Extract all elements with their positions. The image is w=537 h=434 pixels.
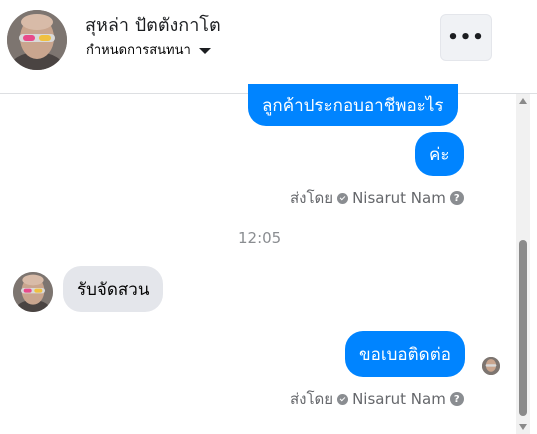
- contact-avatar-small[interactable]: [13, 272, 53, 312]
- conversation-settings-link[interactable]: กำหนดการสนทนา: [86, 39, 211, 60]
- message-text: รับจัดสวน: [77, 279, 150, 300]
- message-text: ค่ะ: [429, 144, 450, 165]
- message-timestamp: 12:05: [238, 229, 282, 247]
- message-text: ขอเบอติดต่อ: [359, 344, 451, 365]
- sent-by-label: ส่งโดย: [290, 390, 334, 408]
- scrollbar[interactable]: [516, 94, 530, 434]
- message-text: ลูกค้าประกอบอาชีพอะไร: [262, 95, 444, 116]
- avatar-photo: [482, 357, 500, 375]
- conversation-header: สุหล่า ปัตตังกาโต กำหนดการสนทนา •••: [0, 0, 537, 94]
- contact-name[interactable]: สุหล่า ปัตตังกาโต: [85, 10, 221, 39]
- outgoing-message[interactable]: ลูกค้าประกอบอาชีพอะไร: [248, 84, 458, 126]
- scroll-down-arrow-icon[interactable]: [519, 424, 527, 430]
- question-circle-icon[interactable]: ?: [449, 392, 464, 406]
- seen-by-avatar: [482, 357, 500, 375]
- scrollbar-thumb[interactable]: [519, 240, 527, 416]
- sent-by-line: ส่งโดย Nisarut Nam ?: [290, 387, 464, 411]
- check-circle-icon: [337, 393, 349, 405]
- caret-down-icon: [198, 47, 211, 54]
- more-horizontal-icon: •••: [447, 27, 485, 48]
- check-circle-icon: [337, 192, 349, 204]
- sender-name[interactable]: Nisarut Nam: [352, 189, 446, 207]
- more-options-button[interactable]: •••: [440, 14, 492, 61]
- conversation-settings-label: กำหนดการสนทนา: [86, 43, 191, 58]
- sender-name[interactable]: Nisarut Nam: [352, 390, 446, 408]
- sent-by-label: ส่งโดย: [290, 189, 334, 207]
- avatar-photo: [13, 272, 53, 312]
- sent-by-line: ส่งโดย Nisarut Nam ?: [290, 186, 464, 210]
- scroll-up-arrow-icon[interactable]: [519, 98, 527, 104]
- outgoing-message[interactable]: ค่ะ: [415, 132, 464, 176]
- avatar-photo: [7, 10, 67, 70]
- outgoing-message[interactable]: ขอเบอติดต่อ: [345, 331, 465, 377]
- question-circle-icon[interactable]: ?: [449, 191, 464, 205]
- contact-avatar[interactable]: [7, 10, 67, 70]
- incoming-message[interactable]: รับจัดสวน: [63, 266, 164, 312]
